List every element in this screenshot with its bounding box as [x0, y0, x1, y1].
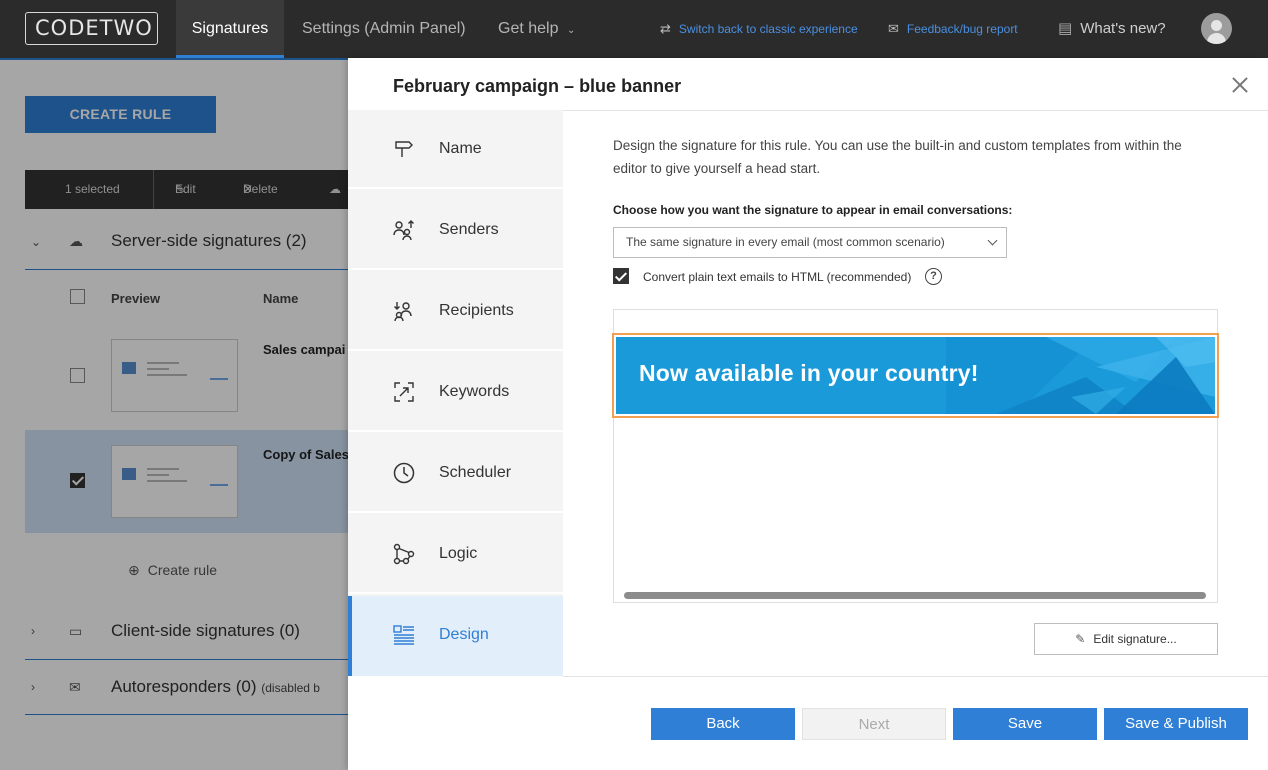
- horizontal-scrollbar[interactable]: [624, 592, 1206, 599]
- signpost-icon: [395, 141, 413, 157]
- next-button-disabled: Next: [802, 708, 946, 740]
- top-navigation-bar: CODETWO Signatures Settings (Admin Panel…: [0, 0, 1268, 58]
- step-label: Senders: [439, 221, 499, 238]
- design-step-content: Design the signature for this rule. You …: [563, 110, 1268, 676]
- help-icon[interactable]: ?: [925, 268, 942, 285]
- signature-preview: Now available in your country!: [612, 309, 1219, 603]
- tab-get-help[interactable]: Get help ⌄: [498, 0, 575, 58]
- step-label: Keywords: [439, 383, 510, 400]
- step-senders[interactable]: Senders: [348, 191, 563, 270]
- step-label: Logic: [439, 545, 478, 562]
- chevron-down-icon: [987, 235, 998, 246]
- conversation-mode-select[interactable]: The same signature in every email (most …: [613, 227, 1007, 258]
- save-publish-button[interactable]: Save & Publish: [1104, 708, 1248, 740]
- step-design[interactable]: Design: [348, 596, 563, 676]
- edit-signature-label: Edit signature...: [1093, 632, 1177, 646]
- conversation-mode-label: Choose how you want the signature to app…: [613, 203, 1013, 217]
- step-name[interactable]: Name: [348, 110, 563, 189]
- keywords-icon: [394, 382, 414, 402]
- recipients-icon: [394, 302, 412, 322]
- feedback-icon: ✉: [888, 21, 899, 36]
- user-avatar[interactable]: [1201, 13, 1232, 44]
- wizard-steps: Name Senders Recipients Keywords Schedul…: [348, 110, 563, 676]
- clock-icon: [393, 462, 415, 484]
- pencil-icon: ✎: [1075, 632, 1086, 646]
- tab-signatures[interactable]: Signatures: [176, 0, 284, 58]
- tab-settings-admin-panel[interactable]: Settings (Admin Panel): [302, 0, 466, 58]
- codetwo-logo[interactable]: CODETWO: [25, 12, 158, 45]
- save-button[interactable]: Save: [953, 708, 1097, 740]
- step-keywords[interactable]: Keywords: [348, 353, 563, 432]
- convert-html-checkbox[interactable]: [613, 268, 629, 284]
- step-label: Recipients: [439, 302, 514, 319]
- whats-new-label: What's new?: [1080, 20, 1166, 37]
- switch-classic-link[interactable]: ⇄ Switch back to classic experience: [660, 0, 858, 58]
- modal-backdrop[interactable]: [0, 58, 348, 770]
- panel-title: February campaign – blue banner: [393, 76, 682, 96]
- banner-headline: Now available in your country!: [639, 360, 979, 386]
- close-icon[interactable]: [1231, 76, 1249, 94]
- edit-signature-button[interactable]: ✎ Edit signature...: [1034, 623, 1218, 655]
- convert-html-label[interactable]: Convert plain text emails to HTML (recom…: [643, 270, 911, 284]
- feedback-link[interactable]: ✉ Feedback/bug report: [888, 0, 1018, 58]
- switch-classic-label: Switch back to classic experience: [678, 22, 858, 36]
- conversation-mode-value: The same signature in every email (most …: [626, 235, 945, 249]
- step-label: Name: [439, 140, 482, 157]
- whats-new-button[interactable]: ▤ What's new?: [1058, 0, 1166, 58]
- chevron-down-icon: ⌄: [566, 25, 576, 36]
- feedback-label: Feedback/bug report: [906, 22, 1018, 36]
- switch-arrows-icon: ⇄: [660, 21, 671, 36]
- step-scheduler[interactable]: Scheduler: [348, 434, 563, 513]
- footer-divider: [563, 676, 1268, 677]
- campaign-banner-selected[interactable]: Now available in your country!: [612, 333, 1219, 418]
- step-label: Design: [439, 626, 489, 643]
- news-icon: ▤: [1058, 20, 1073, 37]
- back-button[interactable]: Back: [651, 708, 795, 740]
- step-logic[interactable]: Logic: [348, 515, 563, 594]
- step-label: Scheduler: [439, 464, 512, 481]
- senders-icon: [393, 220, 414, 241]
- step-recipients[interactable]: Recipients: [348, 272, 563, 351]
- design-intro-text: Design the signature for this rule. You …: [613, 138, 1182, 176]
- design-icon: [393, 625, 414, 645]
- get-help-label: Get help: [498, 20, 559, 37]
- rule-editor-panel: February campaign – blue banner Name Sen…: [348, 58, 1268, 770]
- campaign-banner: Now available in your country!: [616, 337, 1215, 414]
- logic-icon: [393, 543, 415, 565]
